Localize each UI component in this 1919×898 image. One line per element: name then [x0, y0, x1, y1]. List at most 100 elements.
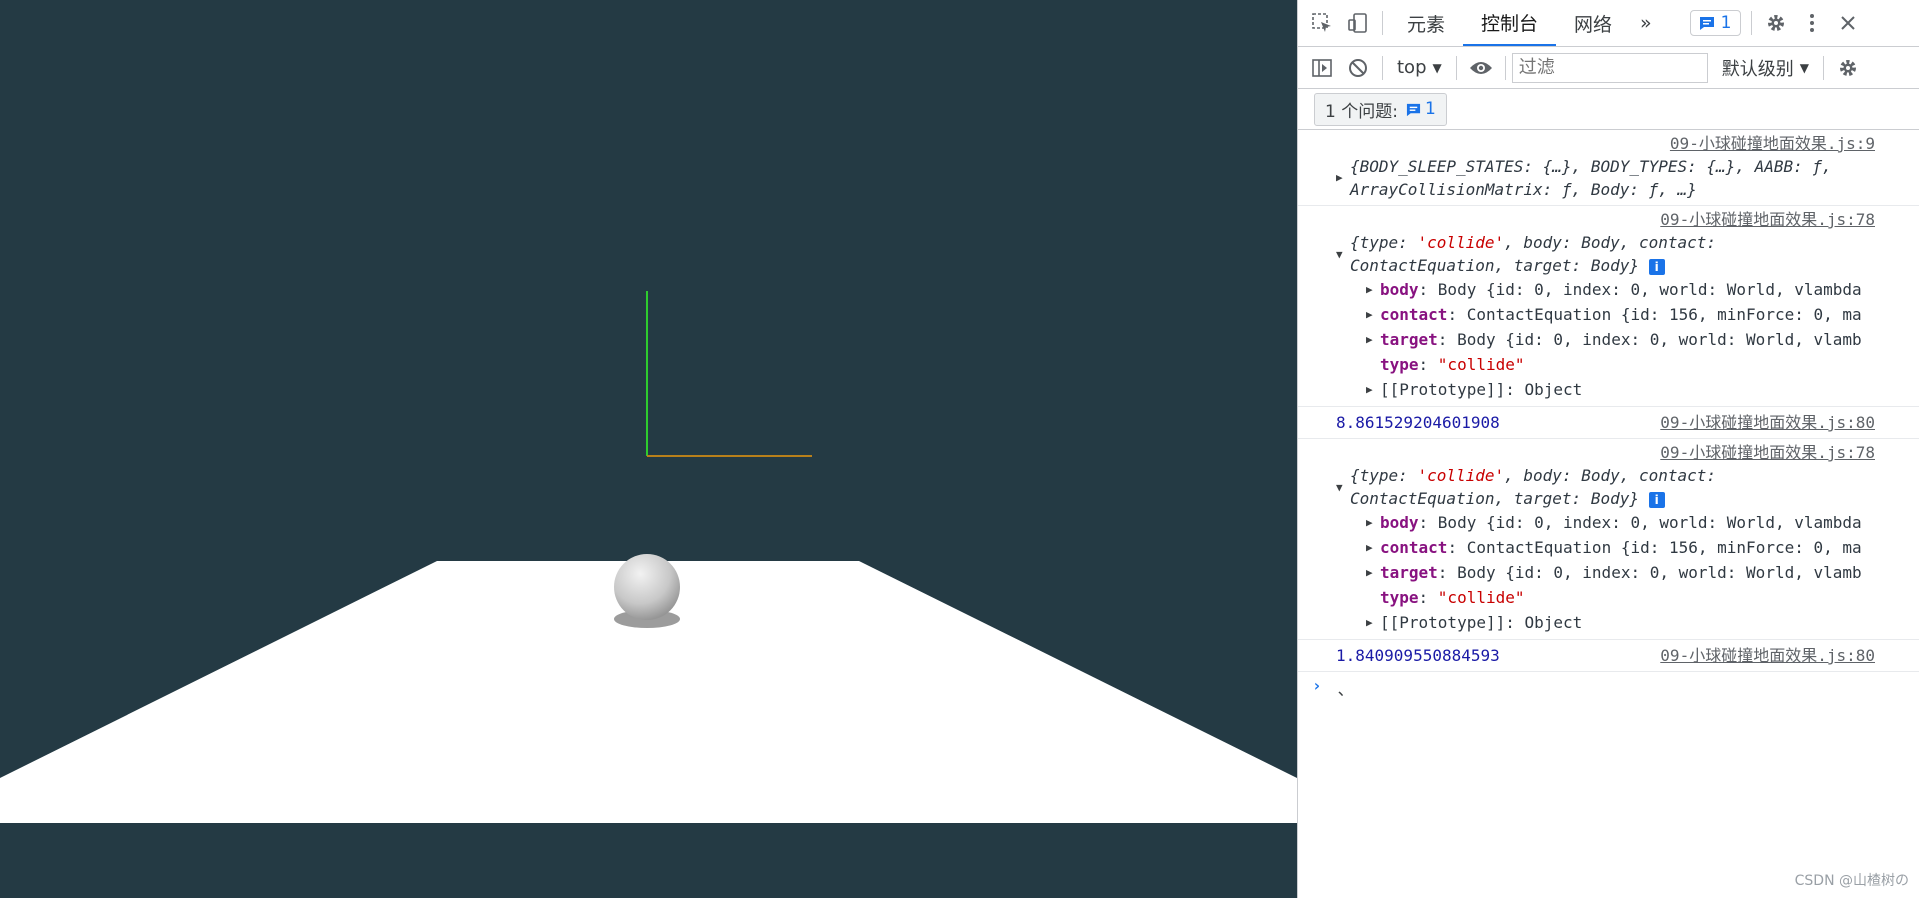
divider — [1455, 55, 1457, 80]
property-separator: : — [1418, 355, 1438, 374]
object-preview[interactable]: {BODY_SLEEP_STATES: {…}, BODY_TYPES: {…}… — [1338, 155, 1911, 201]
property-value: "collide" — [1437, 355, 1525, 374]
object-summary-string: 'collide' — [1417, 233, 1505, 252]
object-summary-string: 'collide' — [1417, 466, 1505, 485]
console-message: 1.840909550884593 09-小球碰撞地面效果.js:80 — [1298, 640, 1919, 672]
object-preview[interactable]: {type: 'collide', body: Body, contact: C… — [1338, 231, 1911, 277]
devtools-tabbar: 元素 控制台 网络 » 1 — [1298, 0, 1919, 47]
source-link[interactable]: 09-小球碰撞地面效果.js:80 — [1660, 411, 1875, 434]
context-select-value: top — [1397, 57, 1427, 78]
issues-button[interactable]: 1 个问题: 1 — [1314, 92, 1447, 126]
issues-bar: 1 个问题: 1 — [1298, 89, 1919, 130]
source-link[interactable]: 09-小球碰撞地面效果.js:80 — [1660, 644, 1875, 667]
divider — [1822, 55, 1824, 80]
property-key: body — [1380, 280, 1419, 299]
console-message: 09-小球碰撞地面效果.js:78 ▼ {type: 'collide', bo… — [1298, 206, 1919, 407]
console-message: 09-小球碰撞地面效果.js:78 ▼ {type: 'collide', bo… — [1298, 439, 1919, 640]
property-value: : Body {id: 0, index: 0, world: World, v… — [1418, 280, 1862, 299]
devtools-panel: 元素 控制台 网络 » 1 top ▼ 过滤 默认级别 ▼ 1 个问题: 1 0… — [1297, 0, 1919, 898]
info-icon[interactable]: i — [1648, 491, 1665, 508]
property-separator: : — [1418, 588, 1438, 607]
message-icon — [1406, 103, 1421, 116]
tab-elements[interactable]: 元素 — [1389, 0, 1463, 46]
clear-console-icon[interactable] — [1340, 50, 1376, 86]
watermark: CSDN @山楂树の — [1794, 873, 1909, 889]
more-options-icon[interactable] — [1794, 5, 1830, 41]
object-property: type: "collide" — [1362, 585, 1911, 610]
info-icon[interactable]: i — [1648, 258, 1665, 275]
issues-label: 1 个问题: — [1325, 101, 1398, 122]
object-summary: {type: — [1350, 466, 1418, 485]
console-message: 09-小球碰撞地面效果.js:9 ▶ {BODY_SLEEP_STATES: {… — [1298, 130, 1919, 206]
more-tabs-button[interactable]: » — [1630, 0, 1662, 46]
issues-badge-button[interactable]: 1 — [1689, 10, 1741, 36]
object-property[interactable]: ▶ [[Prototype]]: Object — [1362, 610, 1911, 635]
object-property[interactable]: ▶ contact: ContactEquation {id: 156, minF… — [1362, 535, 1911, 560]
object-preview[interactable]: {type: 'collide', body: Body, contact: C… — [1338, 464, 1911, 510]
property-value: : Object — [1505, 613, 1583, 632]
object-property[interactable]: ▶ target: Body {id: 0, index: 0, world: W… — [1362, 560, 1911, 585]
object-property[interactable]: ▶ contact: ContactEquation {id: 156, minF… — [1362, 302, 1911, 327]
property-value: : Body {id: 0, index: 0, world: World, v… — [1437, 563, 1862, 582]
property-key: contact — [1380, 538, 1448, 557]
console-settings-gear-icon[interactable] — [1830, 50, 1866, 86]
live-expression-eye-icon[interactable] — [1463, 50, 1499, 86]
message-icon — [1699, 17, 1714, 30]
property-key: [[Prototype]] — [1380, 613, 1506, 632]
close-icon[interactable] — [1830, 5, 1866, 41]
settings-gear-icon[interactable] — [1758, 5, 1794, 41]
property-key: target — [1380, 563, 1438, 582]
console-toolbar: top ▼ 默认级别 ▼ — [1298, 47, 1919, 89]
context-select[interactable]: top ▼ — [1389, 57, 1450, 78]
ball — [614, 554, 680, 620]
console-input[interactable]: › 、 — [1298, 672, 1919, 704]
logged-number[interactable]: 1.840909550884593 — [1336, 646, 1500, 665]
expand-arrow-icon: ▶ — [1366, 516, 1373, 529]
dropdown-arrow-icon: ▼ — [1799, 60, 1809, 75]
property-key: target — [1380, 330, 1438, 349]
tab-network[interactable]: 网络 — [1556, 0, 1630, 46]
collapse-arrow-icon[interactable]: ▼ — [1336, 243, 1343, 266]
device-toolbar-icon[interactable] — [1340, 5, 1376, 41]
divider — [1382, 11, 1383, 35]
expand-arrow-icon: ▶ — [1366, 283, 1373, 296]
divider — [1382, 55, 1383, 80]
expand-arrow-icon: ▶ — [1366, 541, 1373, 554]
property-value: : Body {id: 0, index: 0, world: World, v… — [1437, 330, 1862, 349]
log-level-select[interactable]: 默认级别 ▼ — [1714, 55, 1817, 81]
expand-arrow-icon: ▶ — [1366, 616, 1373, 629]
expand-arrow-icon[interactable]: ▶ — [1336, 166, 1343, 189]
sidebar-toggle-icon[interactable] — [1304, 50, 1340, 86]
object-property[interactable]: ▶ body: Body {id: 0, index: 0, world: Wor… — [1362, 277, 1911, 302]
scene-svg — [0, 291, 1297, 823]
collapse-arrow-icon[interactable]: ▼ — [1336, 476, 1343, 499]
object-property[interactable]: ▶ target: Body {id: 0, index: 0, world: W… — [1362, 327, 1911, 352]
source-link[interactable]: 09-小球碰撞地面效果.js:9 — [1338, 132, 1875, 155]
source-link[interactable]: 09-小球碰撞地面效果.js:78 — [1338, 441, 1875, 464]
filter-input[interactable] — [1511, 52, 1708, 83]
property-key: [[Prototype]] — [1380, 380, 1506, 399]
property-value: : Body {id: 0, index: 0, world: World, v… — [1418, 513, 1862, 532]
threejs-canvas[interactable] — [0, 0, 1297, 898]
property-key: type — [1380, 588, 1419, 607]
console-input-text: 、 — [1337, 680, 1354, 699]
object-property[interactable]: ▶ body: Body {id: 0, index: 0, world: Wor… — [1362, 510, 1911, 535]
dropdown-arrow-icon: ▼ — [1432, 60, 1442, 75]
object-property: type: "collide" — [1362, 352, 1911, 377]
expand-arrow-icon: ▶ — [1366, 383, 1373, 396]
inspect-element-icon[interactable] — [1304, 5, 1340, 41]
log-level-value: 默认级别 — [1721, 58, 1794, 80]
property-value: : Object — [1505, 380, 1583, 399]
source-link[interactable]: 09-小球碰撞地面效果.js:78 — [1338, 208, 1875, 231]
property-value: "collide" — [1437, 588, 1525, 607]
property-key: contact — [1380, 305, 1448, 324]
property-key: type — [1380, 355, 1419, 374]
expand-arrow-icon: ▶ — [1366, 566, 1373, 579]
property-value: : ContactEquation {id: 156, minForce: 0,… — [1447, 538, 1862, 557]
logged-number[interactable]: 8.861529204601908 — [1336, 413, 1500, 432]
console-message: 8.861529204601908 09-小球碰撞地面效果.js:80 — [1298, 407, 1919, 439]
object-property[interactable]: ▶ [[Prototype]]: Object — [1362, 377, 1911, 402]
object-summary: {type: — [1350, 233, 1418, 252]
tab-console[interactable]: 控制台 — [1463, 0, 1557, 46]
divider — [1750, 11, 1752, 35]
